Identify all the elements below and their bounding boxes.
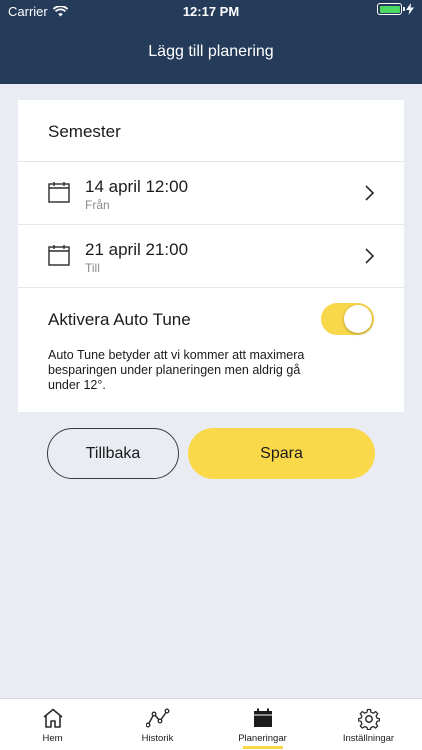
auto-tune-toggle[interactable]: [321, 303, 374, 335]
to-date-label: Till: [85, 261, 100, 275]
planning-name-field[interactable]: Semester: [48, 122, 121, 142]
save-button[interactable]: Spara: [188, 428, 375, 479]
nav-bar: Lägg till planering: [0, 22, 422, 84]
home-icon: [42, 708, 63, 728]
status-bar: Carrier 12:17 PM: [0, 0, 422, 22]
tab-bar: Hem Historik Planeringar Inställningar: [0, 698, 422, 750]
calendar-icon: [48, 182, 70, 203]
history-icon: [145, 708, 169, 728]
tab-settings[interactable]: Inställningar: [315, 699, 422, 750]
tab-home[interactable]: Hem: [0, 699, 105, 750]
back-button[interactable]: Tillbaka: [47, 428, 179, 479]
chevron-right-icon: [365, 248, 375, 264]
charging-bolt-icon: [406, 3, 414, 15]
from-date-value: 14 april 12:00: [85, 177, 189, 196]
gear-icon: [357, 708, 380, 730]
tab-plannings-label: Planeringar: [238, 733, 287, 744]
tab-settings-label: Inställningar: [342, 733, 395, 744]
tab-history-label: Historik: [141, 733, 174, 744]
active-tab-indicator: [243, 746, 283, 749]
status-time: 12:17 PM: [182, 4, 240, 19]
planning-name-row[interactable]: Semester: [18, 100, 404, 162]
tab-history[interactable]: Historik: [105, 699, 210, 750]
calendar-icon: [48, 245, 70, 266]
tab-home-label: Hem: [42, 733, 63, 744]
battery-icon: [377, 3, 405, 15]
auto-tune-label: Aktivera Auto Tune: [48, 310, 191, 329]
toggle-knob: [344, 305, 372, 333]
to-date-value: 21 april 21:00: [85, 240, 189, 259]
calendar-icon: [253, 708, 272, 727]
status-right: [377, 3, 414, 15]
from-date-label: Från: [85, 198, 110, 212]
from-date-row[interactable]: 14 april 12:00 Från: [18, 162, 404, 225]
planning-form-card: Semester 14 april 12:00 Från 21 april 21…: [18, 100, 404, 412]
page-title: Lägg till planering: [148, 43, 274, 60]
auto-tune-description: Auto Tune betyder att vi kommer att maxi…: [48, 348, 305, 392]
to-date-row[interactable]: 21 april 21:00 Till: [18, 225, 404, 288]
chevron-right-icon: [365, 185, 375, 201]
tab-plannings[interactable]: Planeringar: [210, 699, 315, 750]
